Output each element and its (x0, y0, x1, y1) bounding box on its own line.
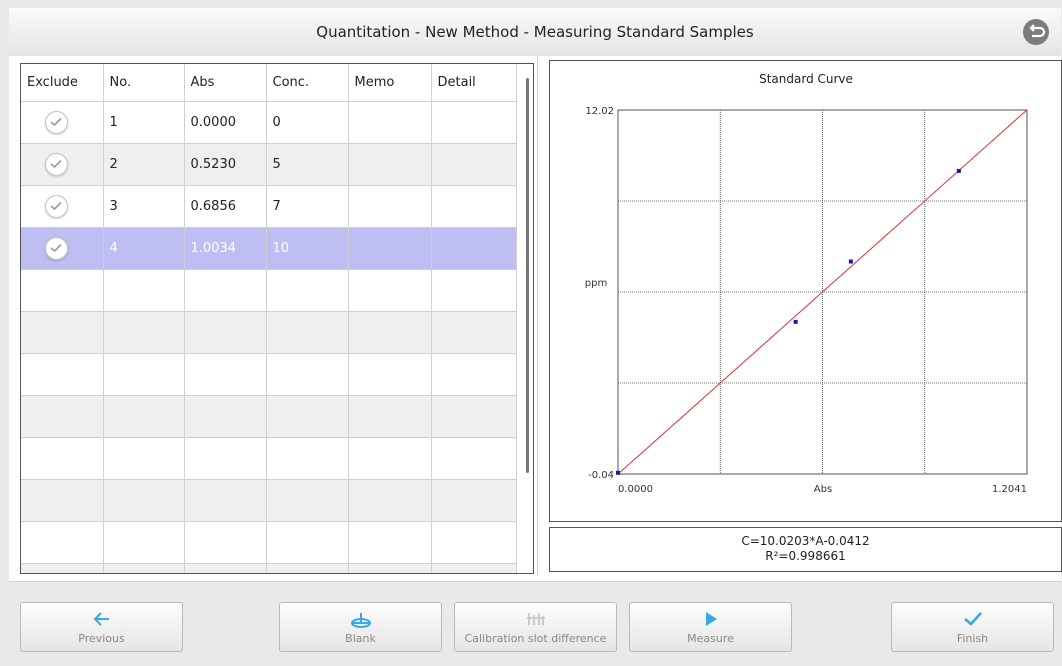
exclude-checkbox[interactable] (45, 195, 68, 218)
cell-memo[interactable] (348, 143, 432, 186)
header-memo[interactable]: Memo (348, 64, 432, 102)
blank-label: Blank (345, 632, 376, 645)
measure-button[interactable]: Measure (629, 602, 792, 652)
table-row-empty (21, 437, 517, 480)
cell-no: 1 (103, 101, 185, 144)
exclude-checkbox[interactable] (45, 153, 68, 176)
window-title: Quantitation - New Method - Measuring St… (316, 23, 754, 41)
panel-divider (537, 56, 538, 576)
cell-detail[interactable] (431, 185, 517, 228)
cell-memo[interactable] (348, 101, 432, 144)
cell-conc: 10 (266, 227, 349, 270)
header-no[interactable]: No. (103, 64, 185, 102)
cell-conc: 7 (266, 185, 349, 228)
cell-abs: 1.0034 (184, 227, 267, 270)
equation-text: C=10.0203*A-0.0412 (741, 534, 870, 548)
cell-detail[interactable] (431, 101, 517, 144)
header-conc[interactable]: Conc. (266, 64, 349, 102)
y-axis-label: ppm (585, 278, 607, 289)
cell-abs: 0.0000 (184, 101, 267, 144)
measure-label: Measure (687, 632, 734, 645)
calibration-label: Calibration slot difference (464, 632, 607, 645)
header-exclude[interactable]: Exclude (21, 64, 104, 102)
arrow-left-icon (93, 612, 109, 626)
calibration-icon (526, 613, 545, 625)
cell-detail[interactable] (431, 227, 517, 270)
standards-table: Exclude No. Abs Conc. Memo Detail 1 0.00… (20, 63, 534, 574)
standard-curve-chart: Standard Curve 12.02 -0.04 ppm 0.0000 1.… (585, 72, 1028, 495)
data-point-4 (956, 168, 961, 173)
table-row[interactable]: 3 0.6856 7 (21, 185, 517, 228)
data-point-3 (848, 259, 853, 264)
cell-conc: 0 (266, 101, 349, 144)
table-header: Exclude No. Abs Conc. Memo Detail (21, 64, 517, 102)
y-tick-max: 12.02 (585, 106, 614, 117)
data-point-1 (616, 470, 620, 475)
table-row-empty (21, 479, 517, 522)
r-squared-text: R²=0.998661 (765, 549, 846, 563)
cell-no: 4 (103, 227, 185, 270)
previous-button[interactable]: Previous (20, 602, 183, 652)
check-icon (50, 201, 62, 211)
table-row-empty (21, 311, 517, 354)
chart-title: Standard Curve (759, 72, 853, 86)
y-tick-min: -0.04 (588, 470, 614, 481)
cell-detail[interactable] (431, 143, 517, 186)
cell-conc: 5 (266, 143, 349, 186)
main-panel: Exclude No. Abs Conc. Memo Detail 1 0.00… (9, 56, 1062, 582)
blank-button[interactable]: Blank (279, 602, 442, 652)
cell-memo[interactable] (348, 227, 432, 270)
x-tick-min: 0.0000 (618, 484, 653, 495)
previous-label: Previous (78, 632, 125, 645)
data-point-2 (793, 319, 798, 324)
table-row[interactable]: 1 0.0000 0 (21, 101, 517, 144)
header-detail[interactable]: Detail (431, 64, 517, 102)
back-arrow-icon (1029, 24, 1046, 38)
x-tick-max: 1.2041 (992, 484, 1027, 495)
check-icon (50, 117, 62, 127)
calibration-slot-difference-button[interactable]: Calibration slot difference (454, 602, 617, 652)
header-abs[interactable]: Abs (184, 64, 267, 102)
check-icon (50, 243, 62, 253)
table-row-empty (21, 353, 517, 396)
table-row-empty (21, 521, 517, 564)
chart-panel: Standard Curve 12.02 -0.04 ppm 0.0000 1.… (549, 60, 1062, 522)
table-scrollbar[interactable] (526, 78, 529, 473)
title-bar: Quantitation - New Method - Measuring St… (9, 8, 1061, 57)
table-row-empty (21, 395, 517, 438)
play-icon (705, 612, 717, 626)
finish-button[interactable]: Finish (891, 602, 1054, 652)
blank-icon (350, 613, 371, 628)
x-axis-label: Abs (814, 484, 832, 495)
check-icon (50, 159, 62, 169)
cell-no: 2 (103, 143, 185, 186)
cell-no: 3 (103, 185, 185, 228)
table-row-empty (21, 269, 517, 312)
exclude-checkbox[interactable] (45, 111, 68, 134)
back-button[interactable] (1023, 19, 1049, 45)
table-row-selected[interactable]: 4 1.0034 10 (21, 227, 517, 270)
cell-abs: 0.5230 (184, 143, 267, 186)
regression-equation-box: C=10.0203*A-0.0412 R²=0.998661 (549, 527, 1062, 572)
finish-label: Finish (956, 632, 989, 645)
table-row[interactable]: 2 0.5230 5 (21, 143, 517, 186)
exclude-checkbox[interactable] (45, 237, 68, 260)
cell-abs: 0.6856 (184, 185, 267, 228)
table-row-empty (21, 563, 517, 573)
cell-memo[interactable] (348, 185, 432, 228)
check-icon (963, 612, 982, 626)
